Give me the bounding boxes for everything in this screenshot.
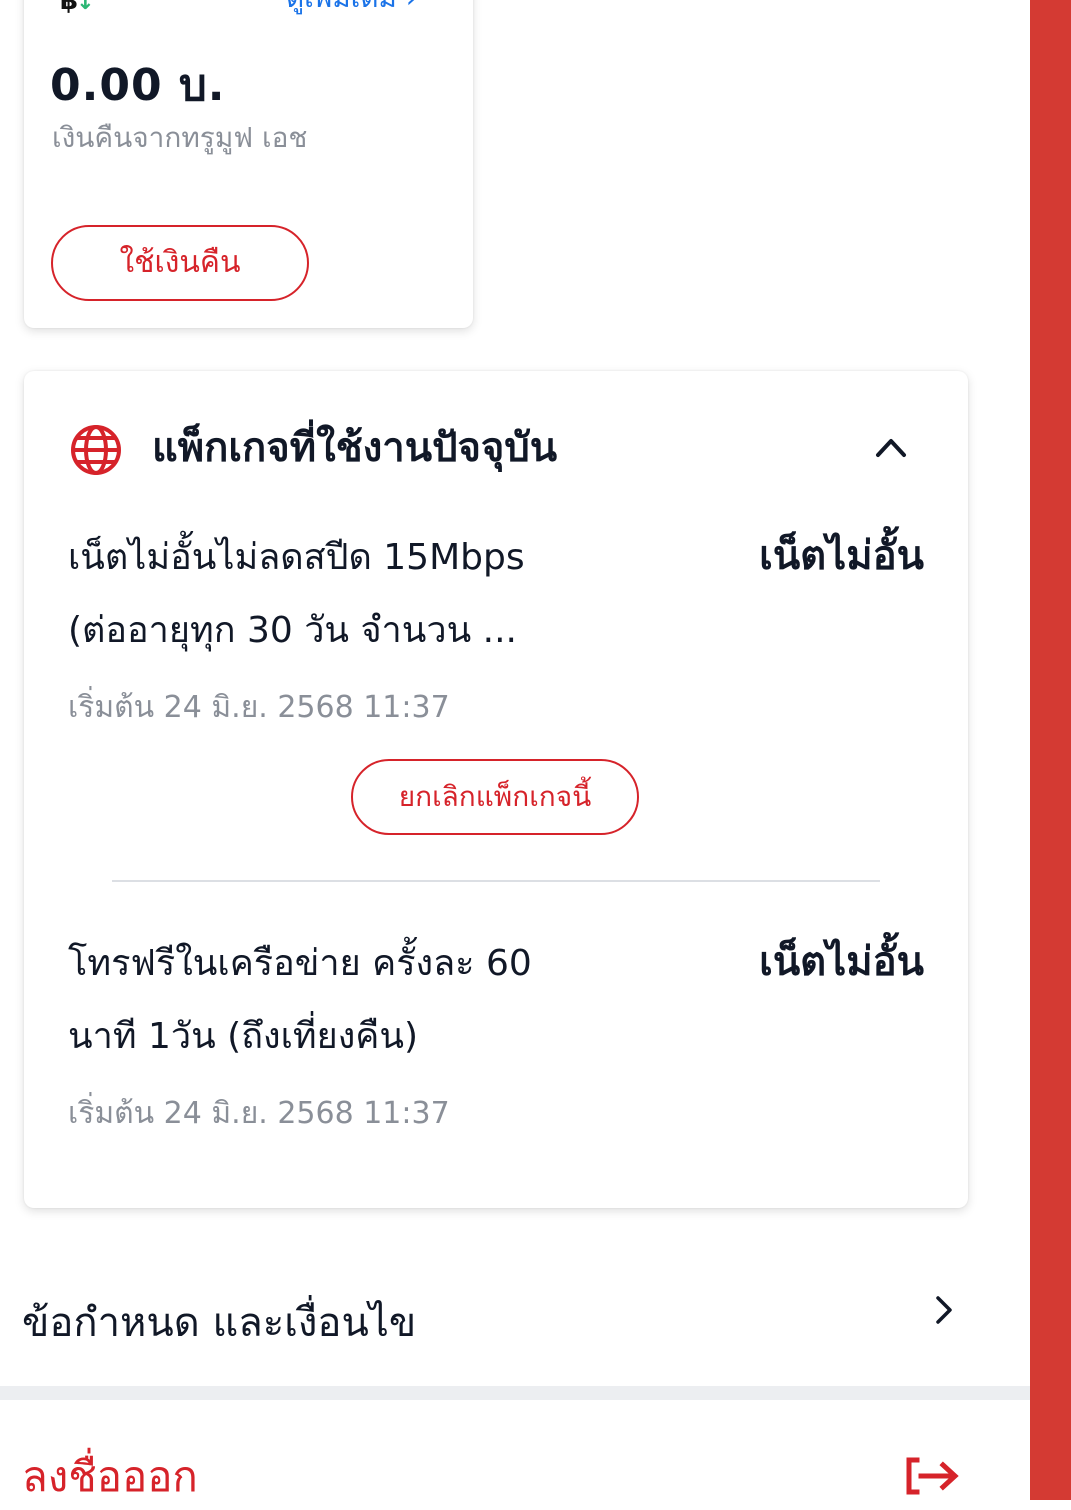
package-type: เน็ตไม่อั้น: [759, 939, 924, 985]
cancel-package-button[interactable]: ยกเลิกแพ็กเกจนี้: [351, 759, 639, 835]
terms-conditions-label: ข้อกำหนด และเงื่อนไข: [22, 1300, 417, 1346]
terms-conditions-row[interactable]: ข้อกำหนด และเงื่อนไข: [0, 1262, 1030, 1386]
logout-label: ลงชื่อออก: [22, 1452, 198, 1501]
package-name-line2: (ต่ออายุทุก 30 วัน จำนวน ...: [68, 610, 517, 651]
see-more-label[interactable]: ดูเพิ่มเติม: [286, 0, 397, 14]
chevron-right-icon: ›: [406, 0, 417, 14]
package-start-date: เริ่มต้น 24 มิ.ย. 2568 11:37: [68, 690, 450, 725]
chevron-up-icon[interactable]: [874, 433, 908, 459]
current-packages-card: แพ็กเกจที่ใช้งานปัจจุบัน เน็ตไม่อั้นไม่ล…: [24, 371, 968, 1208]
cashback-amount: 0.00 บ.: [50, 60, 226, 111]
chevron-right-icon: [936, 1296, 952, 1324]
logout-icon: [906, 1457, 959, 1495]
packages-title: แพ็กเกจที่ใช้งานปัจจุบัน: [152, 425, 558, 471]
section-separator: [0, 1386, 1030, 1400]
baht-refund-icon: ฿↓: [60, 0, 95, 16]
package-name-line1: เน็ตไม่อั้นไม่ลดสปีด 15Mbps: [68, 537, 525, 578]
package-type: เน็ตไม่อั้น: [759, 533, 924, 579]
use-cashback-button[interactable]: ใช้เงินคืน: [51, 225, 309, 301]
right-side-panel: [1030, 0, 1071, 1500]
cashback-label: เงินคืนจากทรูมูฟ เอช: [52, 121, 308, 154]
package-name-line2: นาที 1วัน (ถึงเที่ยงคืน): [68, 1016, 419, 1057]
divider: [112, 880, 880, 882]
cashback-card: ฿↓ ดูเพิ่มเติม › 0.00 บ. เงินคืนจากทรูมู…: [24, 0, 473, 328]
globe-icon: [71, 425, 121, 475]
logout-row[interactable]: ลงชื่อออก: [0, 1400, 1030, 1501]
package-name-line1: โทรฟรีในเครือข่าย ครั้งละ 60: [68, 943, 532, 984]
package-start-date: เริ่มต้น 24 มิ.ย. 2568 11:37: [68, 1096, 450, 1131]
see-more-link[interactable]: ดูเพิ่มเติม ›: [286, 0, 417, 14]
